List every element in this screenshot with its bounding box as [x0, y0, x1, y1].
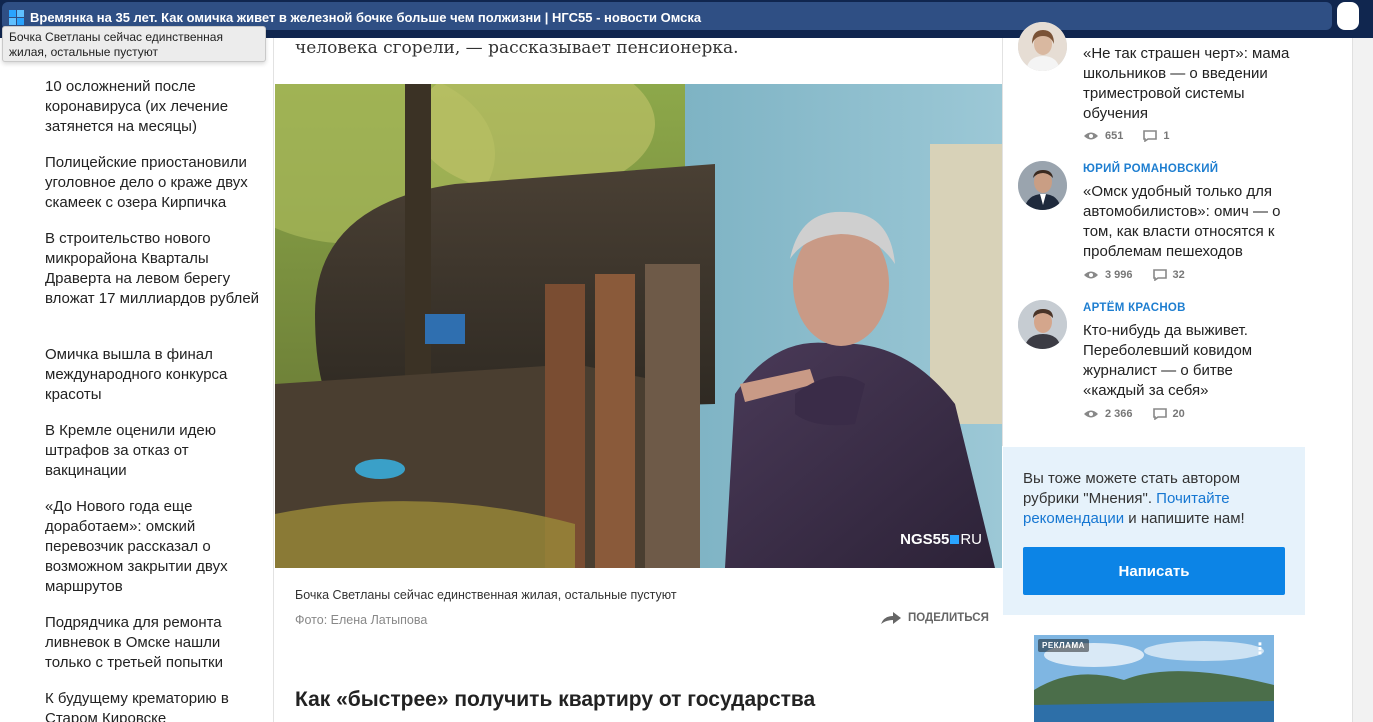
comment-icon [1143, 130, 1158, 142]
ad-badge: РЕКЛАМА [1038, 639, 1089, 652]
author-name[interactable]: АРТЁМ КРАСНОВ [1083, 302, 1186, 314]
photo-watermark: NGS55 RU [900, 531, 982, 548]
news-link[interactable]: К будущему крематорию в Старом Кировске [45, 689, 260, 722]
news-link[interactable]: «До Нового года еще доработаем»: омский … [45, 497, 260, 597]
opinion-stats: 651 1 [1083, 130, 1169, 142]
opinion-stats: 3 996 32 [1083, 269, 1185, 281]
article-subheading: Как «быстрее» получить квартиру от госуд… [295, 688, 816, 711]
author-avatar [1018, 300, 1067, 349]
news-link[interactable]: В строительство нового микрорайона Кварт… [45, 229, 260, 309]
news-link[interactable]: 10 осложнений после коронавируса (их леч… [45, 77, 260, 137]
opinion-title[interactable]: «Омск удобный только для автомобилистов»… [1083, 182, 1298, 262]
author-name[interactable]: ЮРИЙ РОМАНОВСКИЙ [1083, 163, 1218, 175]
photo-credit: Фото: Елена Латыпова [295, 613, 428, 627]
share-label: ПОДЕЛИТЬСЯ [908, 612, 989, 624]
eye-icon [1084, 410, 1098, 418]
window-title: Времянка на 35 лет. Как омичка живет в ж… [30, 10, 702, 25]
news-link[interactable]: В Кремле оценили идею штрафов за отказ о… [45, 421, 260, 481]
news-link[interactable]: Подрядчика для ремонта ливневок в Омске … [45, 613, 260, 673]
share-button[interactable]: ПОДЕЛИТЬСЯ [880, 611, 989, 625]
opinion-title[interactable]: «Не так страшен черт»: мама школьников —… [1083, 44, 1298, 124]
eye-icon [1084, 271, 1098, 279]
photo-illustration [275, 84, 1002, 568]
site-favicon-icon [9, 10, 25, 26]
article-paragraph: человека сгорели, — рассказывает пенсион… [295, 38, 739, 58]
views-count: 3 996 [1105, 269, 1133, 281]
cta-text: Вы тоже можете стать автором рубрики "Мн… [1023, 469, 1293, 529]
opinion-title[interactable]: Кто-нибудь да выживет. Переболевший кови… [1083, 321, 1298, 401]
author-avatar [1018, 161, 1067, 210]
news-link[interactable]: Омичка вышла в финал международного конк… [45, 345, 260, 405]
column-divider [1002, 38, 1003, 446]
window-control-button[interactable] [1337, 2, 1359, 30]
views-count: 2 366 [1105, 408, 1133, 420]
news-link[interactable]: Полицейские приостановили уголовное дело… [45, 153, 260, 213]
views-count: 651 [1105, 130, 1124, 142]
image-tooltip: Бочка Светланы сейчас единственная жилая… [2, 26, 266, 62]
comments-count: 32 [1172, 269, 1185, 281]
cta-text-after: и напишите нам! [1124, 510, 1245, 527]
article-photo[interactable]: NGS55 RU [275, 84, 1002, 568]
opinion-stats: 2 366 20 [1083, 408, 1185, 420]
become-author-box: Вы тоже можете стать автором рубрики "Мн… [1003, 447, 1305, 615]
comment-icon [1152, 408, 1167, 420]
write-button[interactable]: Написать [1023, 547, 1285, 595]
author-avatar [1018, 22, 1067, 71]
more-options-icon[interactable]: ⋮ [1252, 639, 1268, 659]
share-arrow-icon [881, 612, 901, 624]
comment-icon [1152, 269, 1167, 281]
photo-caption: Бочка Светланы сейчас единственная жилая… [295, 588, 677, 602]
advertisement[interactable]: РЕКЛАМА ⋮ [1034, 635, 1274, 722]
scrollbar[interactable] [1352, 38, 1373, 722]
comments-count: 1 [1163, 130, 1170, 142]
comments-count: 20 [1172, 408, 1185, 420]
eye-icon [1084, 132, 1098, 140]
